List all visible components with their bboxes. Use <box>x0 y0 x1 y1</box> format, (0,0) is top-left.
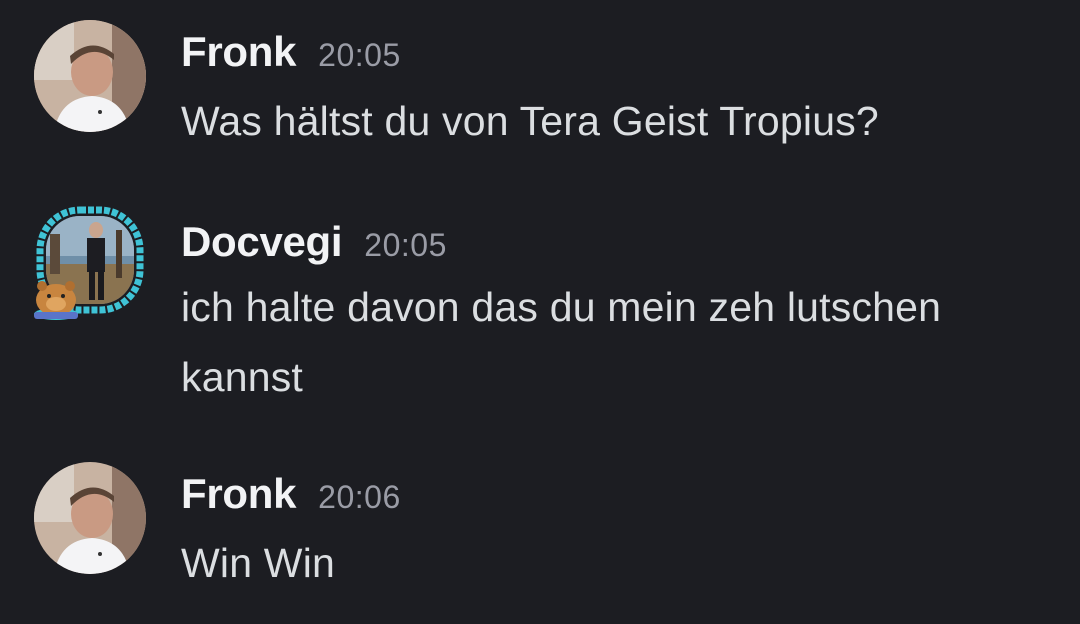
message-header: Docvegi 20:05 <box>181 218 447 266</box>
timestamp: 20:06 <box>318 479 401 515</box>
message-text: ich halte davon das du mein zeh lutschen… <box>181 284 942 400</box>
message-header: Fronk 20:05 <box>181 28 401 76</box>
username[interactable]: Docvegi <box>181 218 343 265</box>
avatar-decoration-icon[interactable] <box>26 204 150 332</box>
user-photo-icon <box>34 20 146 132</box>
timestamp: 20:05 <box>318 37 401 73</box>
user-photo-icon <box>34 462 146 574</box>
chat-message-list: Fronk 20:05 Was hältst du von Tera Geist … <box>0 0 1080 624</box>
timestamp: 20:05 <box>364 227 447 263</box>
avatar[interactable] <box>34 462 146 574</box>
message-text: Was hältst du von Tera Geist Tropius? <box>181 98 879 144</box>
username[interactable]: Fronk <box>181 28 296 75</box>
message-header: Fronk 20:06 <box>181 470 401 518</box>
avatar[interactable] <box>34 20 146 132</box>
username[interactable]: Fronk <box>181 470 296 517</box>
message-text: Win Win <box>181 540 336 586</box>
